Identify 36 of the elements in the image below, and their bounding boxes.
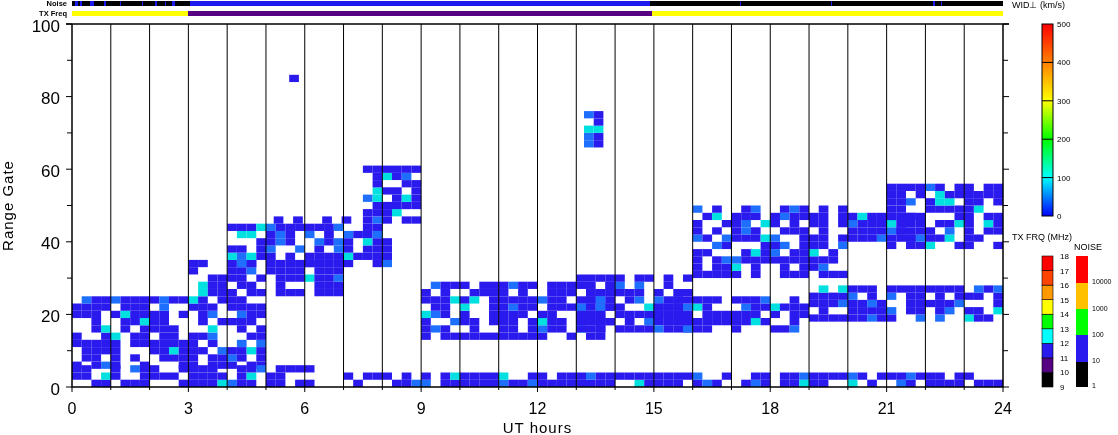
colorbar-label: 12 — [1060, 339, 1069, 349]
y-tick-label: 40 — [41, 234, 60, 254]
y-tick-label: 0 — [50, 379, 60, 399]
colorbar-title: TX FRQ (MHz) — [1012, 232, 1072, 242]
colorbar-label: 14 — [1060, 310, 1069, 320]
colorbar-label: 18 — [1060, 252, 1069, 261]
colorbar-label: 100 — [1057, 173, 1071, 183]
x-tick-label: 0 — [67, 400, 77, 417]
y-tick-label: 100 — [31, 16, 60, 36]
y-tick-label: 60 — [41, 161, 60, 181]
colorbar-title: WID⊥ (km/s) — [1012, 0, 1065, 10]
x-tick-label: 12 — [528, 400, 547, 417]
x-tick-label: 15 — [645, 400, 663, 417]
x-tick-label: 3 — [183, 400, 193, 417]
colorbar-label: 15 — [1060, 295, 1069, 305]
colorbar-label: 11 — [1060, 353, 1069, 363]
colorbar-label: 9 — [1060, 383, 1065, 392]
colorbar-label: 17 — [1060, 266, 1069, 276]
x-tick-label: 6 — [300, 400, 310, 417]
x-axis-title: UT hours — [502, 419, 573, 435]
colorbar-label: 500 — [1057, 20, 1071, 29]
colorbar-title: NOISE — [1074, 242, 1102, 252]
y-tick-label: 20 — [41, 306, 60, 326]
colorbar-label: 0 — [1057, 212, 1062, 221]
colorbar-label: 200 — [1057, 135, 1071, 145]
x-tick-label: 18 — [761, 400, 780, 417]
x-tick-label: 9 — [416, 400, 426, 417]
colorbar-label: 13 — [1060, 324, 1069, 334]
x-tick-label: 21 — [877, 400, 896, 417]
colorbar-label: 400 — [1057, 58, 1071, 68]
colorbar-label: 300 — [1057, 96, 1071, 106]
colorbar-label: 10 — [1060, 368, 1069, 378]
y-tick-label: 80 — [41, 89, 60, 109]
x-tick-label: 24 — [994, 400, 1012, 417]
colorbar-label: 16 — [1060, 281, 1069, 291]
y-axis-title: Range Gate — [0, 160, 16, 251]
